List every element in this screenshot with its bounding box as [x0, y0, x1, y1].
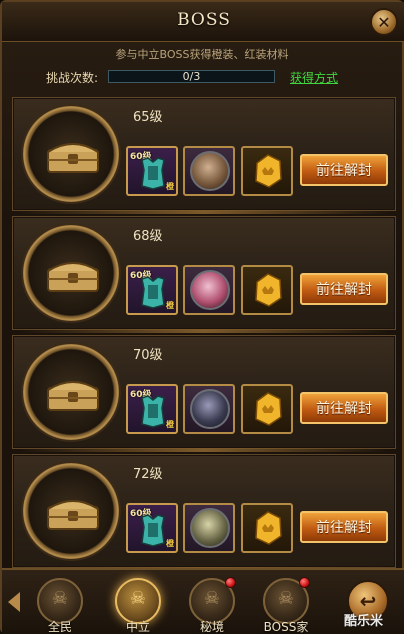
material-reward-slot[interactable]: [241, 146, 293, 196]
tab-label: 全民: [47, 620, 72, 634]
boss-portrait-slot[interactable]: [183, 265, 235, 315]
material-reward-slot[interactable]: [241, 265, 293, 315]
skull-icon: ☠: [203, 588, 221, 609]
skull-icon: ☠: [129, 588, 147, 609]
boss-portrait-icon: [190, 508, 230, 548]
chest-emblem-icon: [21, 223, 121, 323]
equipment-reward-slot[interactable]: 60级 橙: [126, 265, 178, 315]
tab-quanmin[interactable]: ☠ 全民: [30, 574, 90, 634]
go-unlock-button[interactable]: 前往解封: [300, 392, 388, 424]
equip-tag: 橙: [166, 182, 174, 191]
equipment-reward-slot[interactable]: 60级 橙: [126, 384, 178, 434]
tab-label: 秘境: [199, 620, 224, 634]
tab-boss-home[interactable]: ☠ BOSS家: [256, 574, 316, 634]
chest-emblem-icon: [21, 461, 121, 561]
crystal-material-icon: [255, 273, 282, 307]
scroll-left-arrow-icon[interactable]: [8, 592, 20, 612]
boss-portrait-slot[interactable]: [183, 503, 235, 553]
notification-dot-icon: [225, 577, 236, 588]
equip-tag: 橙: [166, 301, 174, 310]
notification-dot-icon: [299, 577, 310, 588]
equip-tag: 橙: [166, 539, 174, 548]
tab-label: 中立: [125, 620, 150, 634]
title-bar: BOSS ✕: [2, 2, 404, 42]
material-reward-slot[interactable]: [241, 384, 293, 434]
boss-portrait-slot[interactable]: [183, 384, 235, 434]
go-unlock-button[interactable]: 前往解封: [300, 154, 388, 186]
equipment-reward-slot[interactable]: 60级 橙: [126, 503, 178, 553]
panel-title: BOSS: [177, 10, 231, 30]
chest-emblem-icon: [21, 342, 121, 442]
armor-icon: [141, 157, 165, 190]
challenge-progress-bar: 0/3: [108, 70, 275, 83]
progress-text: 0/3: [182, 70, 201, 83]
close-icon: ✕: [377, 12, 391, 32]
tab-zhongli[interactable]: ☠ 中立: [108, 574, 168, 634]
boss-portrait-icon: [190, 270, 230, 310]
boss-level: 72级: [133, 467, 163, 482]
chest-emblem-icon: [21, 104, 121, 204]
armor-icon: [141, 514, 165, 547]
equip-tag: 橙: [166, 420, 174, 429]
boss-level: 68级: [133, 229, 163, 244]
armor-icon: [141, 276, 165, 309]
crystal-material-icon: [255, 511, 282, 545]
go-unlock-button[interactable]: 前往解封: [300, 273, 388, 305]
watermark-text: 酷乐米: [344, 614, 384, 629]
boss-card: 65级 60级 橙 前往解封: [12, 97, 396, 214]
boss-card: 70级 60级 橙 前往解封: [12, 335, 396, 452]
boss-panel: BOSS ✕ 参与中立BOSS获得橙装、红装材料 挑战次数: 0/3 获得方式 …: [0, 0, 404, 634]
boss-level: 65级: [133, 110, 163, 125]
info-text: 参与中立BOSS获得橙装、红装材料: [115, 48, 289, 61]
crystal-material-icon: [255, 154, 282, 188]
obtain-method-link[interactable]: 获得方式: [290, 69, 338, 86]
armor-icon: [141, 395, 165, 428]
boss-portrait-slot[interactable]: [183, 146, 235, 196]
close-button[interactable]: ✕: [370, 8, 398, 36]
material-reward-slot[interactable]: [241, 503, 293, 553]
boss-level: 70级: [133, 348, 163, 363]
tab-mijing[interactable]: ☠ 秘境: [182, 574, 242, 634]
challenge-row: 挑战次数: 0/3 获得方式: [46, 69, 376, 85]
boss-portrait-icon: [190, 389, 230, 429]
boss-card: 68级 60级 橙 前往解封: [12, 216, 396, 333]
skull-icon: ☠: [51, 588, 69, 609]
go-unlock-button[interactable]: 前往解封: [300, 511, 388, 543]
crystal-material-icon: [255, 392, 282, 426]
boss-portrait-icon: [190, 151, 230, 191]
equipment-reward-slot[interactable]: 60级 橙: [126, 146, 178, 196]
tab-label: BOSS家: [263, 620, 309, 634]
skull-icon: ☠: [277, 588, 295, 609]
challenge-count-label: 挑战次数:: [46, 71, 99, 85]
boss-card: 72级 60级 橙 前往解封: [12, 454, 396, 571]
